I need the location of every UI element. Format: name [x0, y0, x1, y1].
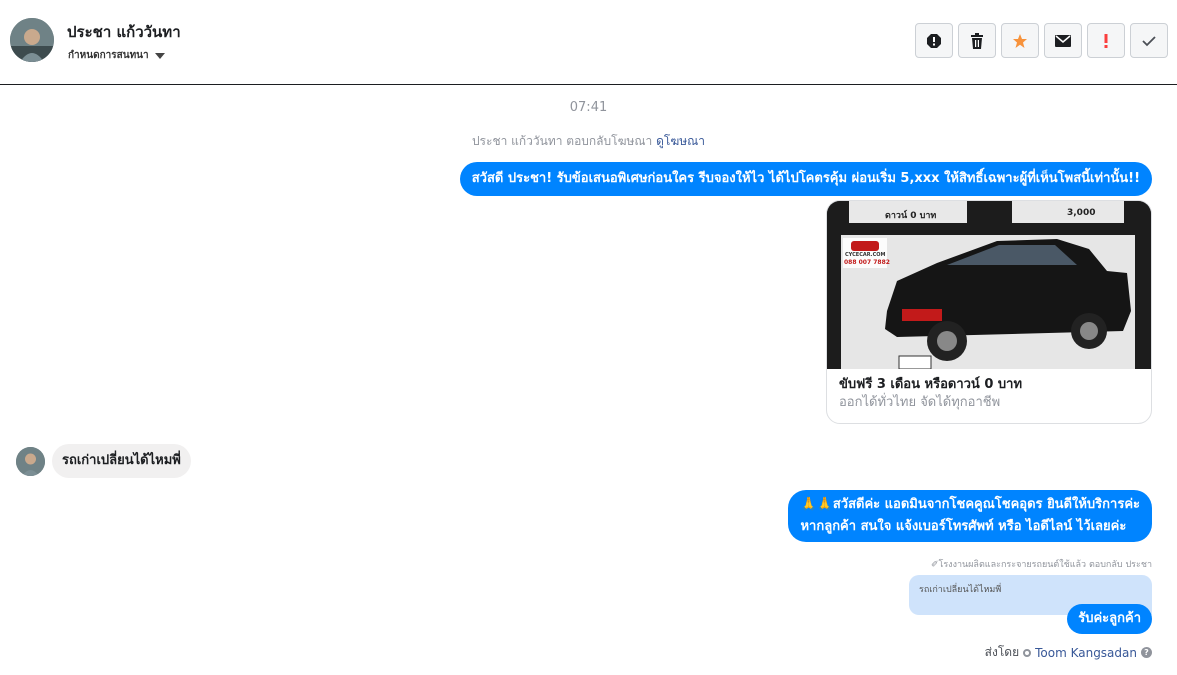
check-icon — [1142, 35, 1156, 46]
ad-card-subtitle: ออกได้ทั่วไทย จัดได้ทุกอาชีพ — [839, 395, 1001, 410]
mark-spam-button[interactable] — [915, 23, 953, 58]
conversation-header: ประชา แก้ววันทา กำหนดการสนทนา — [0, 0, 1177, 85]
outgoing-reply-message: รับค่ะลูกค้า — [1067, 604, 1152, 634]
sent-by-label: ส่งโดย — [984, 645, 1020, 659]
reply-arrow-icon: ✐ — [930, 560, 939, 570]
star-icon — [1013, 33, 1027, 48]
gear-icon — [1023, 648, 1032, 657]
ad-image-phone: 088 007 7882 — [844, 259, 890, 266]
star-button[interactable] — [1001, 23, 1039, 58]
assign-conversation-dropdown[interactable]: กำหนดการสนทนา — [68, 48, 165, 63]
trash-icon — [971, 32, 983, 49]
outgoing-message-greeting: 🙏🙏สวัสดีค่ะ แอดมินจากโชคคูณโชคอุดร ยินดี… — [788, 490, 1152, 542]
mark-unread-button[interactable] — [1044, 23, 1082, 58]
contact-avatar-small[interactable] — [16, 447, 45, 476]
contact-name[interactable]: ประชา แก้ววันทา — [67, 20, 181, 44]
incoming-message: รถเก่าเปลี่ยนได้ไหมพี่ — [52, 444, 191, 478]
sender-name[interactable]: Toom Kangsadan — [1035, 646, 1137, 660]
help-icon[interactable]: ? — [1141, 647, 1152, 658]
message-timestamp: 07:41 — [569, 100, 608, 115]
ad-reply-notice: ประชา แก้ววันทา ตอบกลับโฆษณา ดูโฆษณา — [0, 132, 1177, 151]
ad-preview-card[interactable]: ดาวน์ 0 บาท 3,000 CYCECAR.COM 088 007 78… — [826, 200, 1152, 424]
ad-reply-text: ประชา แก้ววันทา ตอบกลับโฆษณา — [471, 134, 653, 148]
outgoing-message: สวัสดี ประชา! รับข้อเสนอพิเศษก่อนใคร รีบ… — [459, 162, 1152, 196]
mark-done-button[interactable] — [1130, 23, 1168, 58]
ad-image-logo: CYCECAR.COM — [845, 252, 886, 258]
action-toolbar — [915, 23, 1168, 58]
ad-image-caption-1: ดาวน์ 0 บาท — [885, 211, 937, 221]
assign-label: กำหนดการสนทนา — [68, 50, 149, 61]
mail-icon — [1055, 34, 1071, 47]
ad-car-image: ดาวน์ 0 บาท 3,000 CYCECAR.COM 088 007 78… — [827, 201, 1151, 369]
ad-image-caption-2: 3,000 — [1067, 208, 1096, 218]
contact-avatar[interactable] — [10, 18, 54, 62]
greeting-line-2: หากลูกค้า สนใจ แจ้งเบอร์โทรศัพท์ หรือ ไอ… — [800, 519, 1127, 534]
caret-down-icon — [154, 52, 165, 59]
delete-button[interactable] — [958, 23, 996, 58]
reply-context-note: ✐โรงงานผลิตและกระจายรถยนต์ใช้แล้ว ตอบกลั… — [930, 560, 1152, 570]
important-button[interactable] — [1087, 23, 1125, 58]
important-icon — [1104, 33, 1108, 48]
sent-by-info: ส่งโดย Toom Kangsadan ? — [985, 643, 1152, 662]
spam-icon — [927, 33, 941, 48]
view-ad-link[interactable]: ดูโฆษณา — [656, 134, 705, 148]
greeting-line-1: 🙏🙏สวัสดีค่ะ แอดมินจากโชคคูณโชคอุดร ยินดี… — [800, 497, 1140, 512]
